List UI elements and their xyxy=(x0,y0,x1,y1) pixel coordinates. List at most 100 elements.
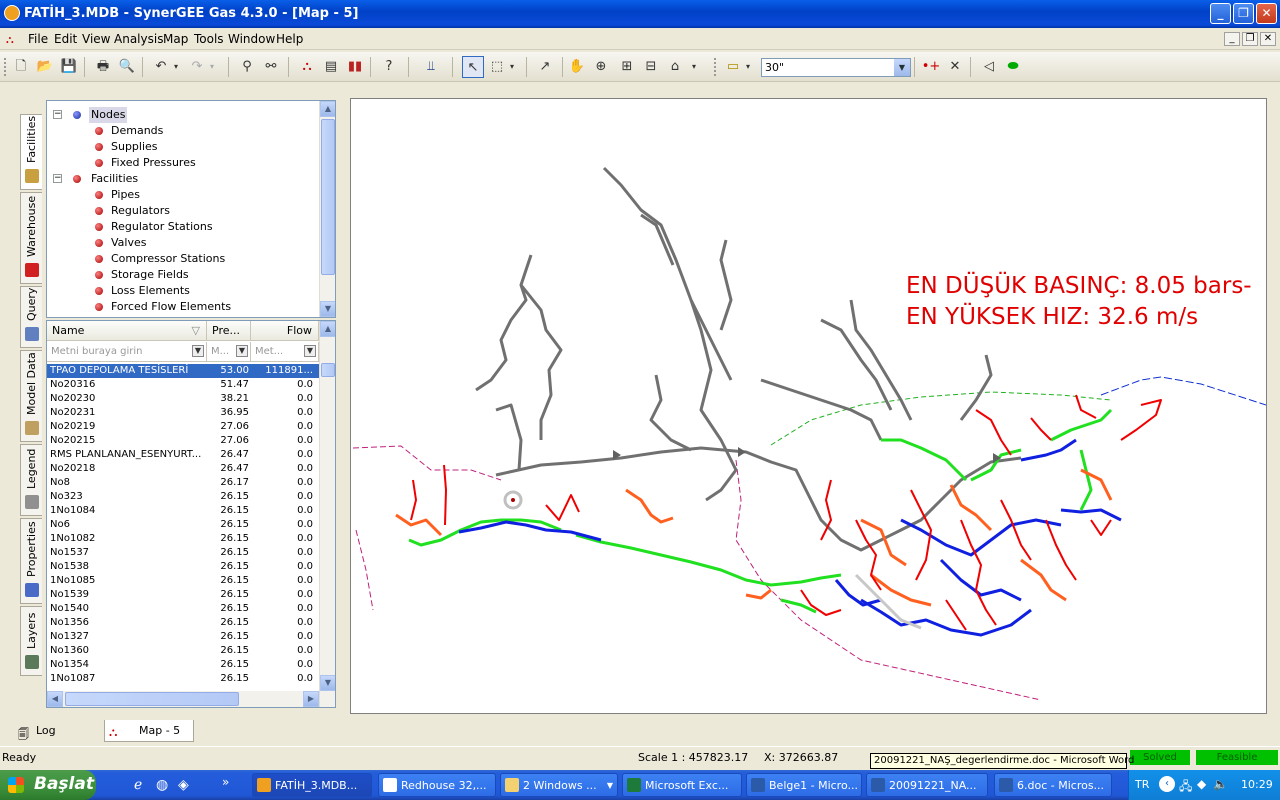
table-row[interactable]: No1354 26.15 0.0 xyxy=(47,658,319,672)
print-icon[interactable]: 🖶 xyxy=(92,56,114,78)
ie-icon[interactable]: ℯ xyxy=(134,777,142,793)
chart-icon[interactable]: ▮▮ xyxy=(344,56,366,78)
filter-icon[interactable]: ▼ xyxy=(236,345,248,357)
quicklaunch-more-icon[interactable]: » xyxy=(222,775,229,789)
table-row[interactable]: No20219 27.06 0.0 xyxy=(47,420,319,434)
scroll-up-icon[interactable]: ▲ xyxy=(320,321,335,337)
zoom-extents-icon[interactable]: ⊞ xyxy=(616,56,638,78)
task-synergee[interactable]: FATİH_3.MDB... xyxy=(252,773,372,797)
label-icon[interactable]: ◁ xyxy=(978,56,1000,78)
table-row[interactable]: 1No1082 26.15 0.0 xyxy=(47,532,319,546)
filter-icon[interactable]: ▼ xyxy=(192,345,204,357)
tab-model-data[interactable]: Model Data xyxy=(20,350,42,442)
redo-icon[interactable]: ↷ xyxy=(186,56,208,78)
find-icon[interactable]: ⚲ xyxy=(236,56,258,78)
tab-warehouse[interactable]: Warehouse xyxy=(20,192,42,284)
column-header-pressure[interactable]: Pre... xyxy=(207,321,251,341)
zoom-select[interactable]: 30" ▼ xyxy=(761,58,911,77)
undo-dropdown-icon[interactable]: ▾ xyxy=(170,56,182,78)
minimize-button[interactable]: _ xyxy=(1210,3,1231,24)
select-pointer-icon[interactable]: ↖ xyxy=(462,56,484,78)
maximize-button[interactable]: ❐ xyxy=(1233,3,1254,24)
table-row[interactable]: No1327 26.15 0.0 xyxy=(47,630,319,644)
new-icon[interactable]: 🗋 xyxy=(10,56,32,78)
media-icon[interactable]: ◈ xyxy=(178,777,189,793)
app-icon[interactable] xyxy=(4,5,20,21)
table-row[interactable]: 1No1084 26.15 0.0 xyxy=(47,504,319,518)
task-word-belge1[interactable]: Belge1 - Micro... xyxy=(746,773,862,797)
print-preview-icon[interactable]: 🔍 xyxy=(116,56,138,78)
zoom-out-icon[interactable]: ⊟ xyxy=(640,56,662,78)
filter-input-flow[interactable]: Met... ▼ xyxy=(251,342,319,362)
trace-icon[interactable]: ⫫ xyxy=(420,56,442,78)
help-icon[interactable]: ? xyxy=(378,56,400,78)
map-window[interactable]: EN DÜŞÜK BASINÇ: 8.05 bars- EN YÜKSEK HI… xyxy=(350,98,1267,714)
measure-icon[interactable]: ▭ xyxy=(722,56,744,78)
collapse-icon[interactable]: − xyxy=(53,174,62,183)
open-icon[interactable]: 📂 xyxy=(34,56,56,78)
table-row[interactable]: No20215 27.06 0.0 xyxy=(47,434,319,448)
task-redhouse[interactable]: Redhouse 32,... xyxy=(378,773,496,797)
scroll-thumb[interactable] xyxy=(321,363,335,377)
filter-input-name[interactable]: Metni buraya girin ▼ xyxy=(47,342,207,362)
grid-scrollbar[interactable]: ▲ ▼ xyxy=(319,321,335,707)
close-button[interactable]: ✕ xyxy=(1256,3,1277,24)
toolbar-grip[interactable] xyxy=(4,58,7,76)
collapse-icon[interactable]: − xyxy=(53,110,62,119)
pipe-network-map[interactable]: EN DÜŞÜK BASINÇ: 8.05 bars- EN YÜKSEK HI… xyxy=(351,99,1267,713)
tree-scrollbar[interactable]: ▲ ▼ xyxy=(319,101,335,317)
edit-node-icon[interactable]: ↗ xyxy=(534,56,556,78)
toolbar-grip[interactable] xyxy=(714,58,717,76)
mdi-restore-button[interactable]: ❐ xyxy=(1242,32,1258,46)
report-icon[interactable]: ▤ xyxy=(320,56,342,78)
filter-icon[interactable]: ▼ xyxy=(304,345,316,357)
undo-icon[interactable]: ↶ xyxy=(150,56,172,78)
tray-expand-icon[interactable]: ‹ xyxy=(1159,776,1175,792)
table-row[interactable]: No1538 26.15 0.0 xyxy=(47,560,319,574)
scroll-up-icon[interactable]: ▲ xyxy=(320,101,335,117)
menu-map[interactable]: Map xyxy=(163,32,188,46)
tray-app-icon[interactable]: ◆ xyxy=(1197,777,1206,791)
table-row[interactable]: No1356 26.15 0.0 xyxy=(47,616,319,630)
menu-window[interactable]: Window xyxy=(228,32,275,46)
tab-facilities[interactable]: Facilities xyxy=(20,114,42,190)
delete-element-icon[interactable]: ✕ xyxy=(944,56,966,78)
table-row[interactable]: RMS PLANLANAN_ESENYURT... 26.47 0.0 xyxy=(47,448,319,462)
mdi-minimize-button[interactable]: _ xyxy=(1224,32,1240,46)
scroll-thumb[interactable] xyxy=(321,119,335,275)
table-row[interactable]: No20316 51.47 0.0 xyxy=(47,378,319,392)
filter-input-pressure[interactable]: M... ▼ xyxy=(207,342,251,362)
start-button[interactable]: Başlat xyxy=(0,770,96,800)
grid-hscrollbar[interactable]: ◀ ▶ xyxy=(47,691,319,707)
task-windows-explorer[interactable]: 2 Windows ... ▼ xyxy=(500,773,618,797)
select-dropdown-icon[interactable]: ▾ xyxy=(506,56,518,78)
table-row[interactable]: No323 26.15 0.0 xyxy=(47,490,319,504)
add-node-icon[interactable]: •+ xyxy=(920,56,942,78)
select-region-icon[interactable]: ⬚ xyxy=(486,56,508,78)
menu-help[interactable]: Help xyxy=(276,32,303,46)
measure-dropdown-icon[interactable]: ▾ xyxy=(742,56,754,78)
scroll-right-icon[interactable]: ▶ xyxy=(303,691,319,707)
scroll-down-icon[interactable]: ▼ xyxy=(320,301,335,317)
menu-analysis[interactable]: Analysis xyxy=(114,32,163,46)
task-word-nas[interactable]: 20091221_NA... xyxy=(866,773,988,797)
tab-map-5[interactable]: ⛬ Map - 5 xyxy=(104,720,194,742)
task-word-6doc[interactable]: 6.doc - Micros... xyxy=(994,773,1112,797)
table-row[interactable]: 1No1085 26.15 0.0 xyxy=(47,574,319,588)
network-icon[interactable]: ⛬ xyxy=(296,56,318,78)
table-row[interactable]: No20230 38.21 0.0 xyxy=(47,392,319,406)
scroll-thumb[interactable] xyxy=(65,692,239,706)
table-row[interactable]: No1537 26.15 0.0 xyxy=(47,546,319,560)
browser-icon[interactable]: ◍ xyxy=(156,777,168,793)
table-row[interactable]: No1360 26.15 0.0 xyxy=(47,644,319,658)
shape-icon[interactable]: ⬬ xyxy=(1002,56,1024,78)
zoom-previous-icon[interactable]: ⌂ xyxy=(664,56,686,78)
pan-hand-icon[interactable]: ✋ xyxy=(566,56,588,78)
redo-dropdown-icon[interactable]: ▾ xyxy=(206,56,218,78)
scroll-down-icon[interactable]: ▼ xyxy=(320,675,335,691)
chevron-down-icon[interactable]: ▼ xyxy=(894,59,910,76)
tab-log-explorer[interactable]: 🗐 Log Explorer xyxy=(14,720,102,759)
menu-tools[interactable]: Tools xyxy=(194,32,224,46)
column-header-name[interactable]: Name ▽ xyxy=(47,321,207,341)
tab-properties[interactable]: Properties xyxy=(20,518,42,604)
